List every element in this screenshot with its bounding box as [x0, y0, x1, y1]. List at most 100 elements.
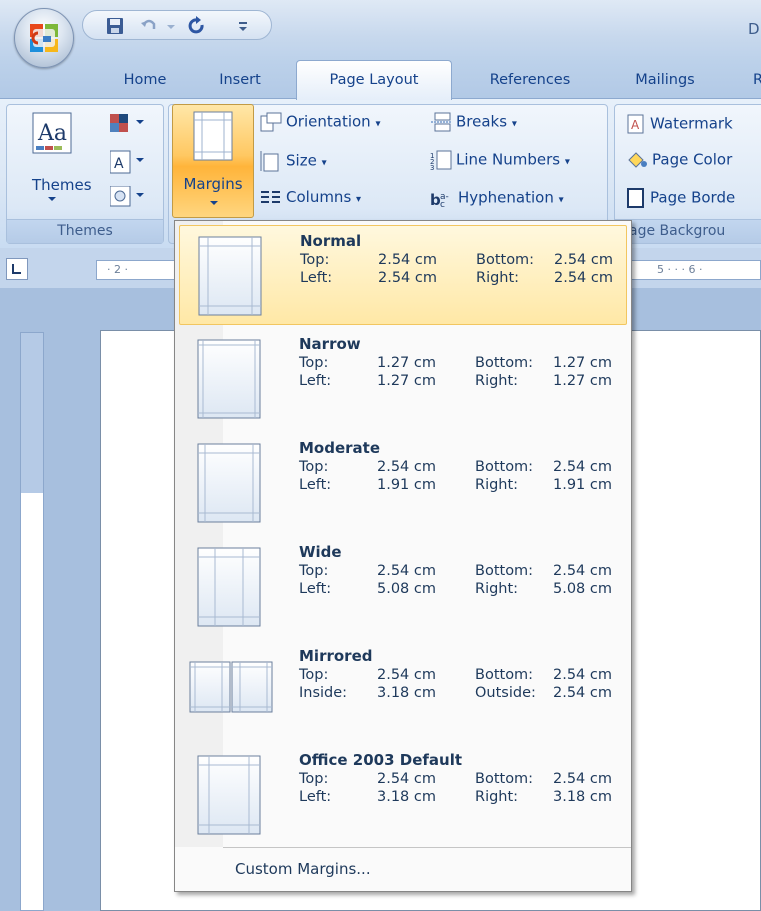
svg-text:A: A [114, 156, 124, 172]
top-label: Top: [299, 355, 329, 371]
page-borders-button[interactable]: Page Borde [626, 188, 735, 208]
outside-label: Outside: [475, 685, 536, 701]
page-color-button[interactable]: Page Color [626, 150, 732, 170]
size-dropdown-icon: ▾ [321, 157, 327, 169]
customize-qat-icon[interactable] [233, 16, 253, 36]
orientation-label: Orientation [286, 112, 371, 131]
menu-separator [223, 847, 631, 848]
margin-option-normal[interactable]: Normal Top: 2.54 cm Bottom: 2.54 cm Left… [179, 225, 627, 325]
theme-fonts-icon[interactable]: A [110, 150, 150, 174]
save-icon[interactable] [105, 16, 125, 36]
left-value: 5.08 cm [377, 581, 436, 597]
tab-references[interactable]: References [470, 66, 590, 96]
bottom-label: Bottom: [476, 252, 535, 268]
mirrored-margin-icon [189, 661, 273, 713]
right-value: 1.91 cm [553, 477, 612, 493]
office-button[interactable] [14, 8, 74, 68]
repeat-icon[interactable] [187, 16, 207, 36]
margin-option-mirrored[interactable]: Mirrored Top: 2.54 cm Bottom: 2.54 cm In… [179, 641, 627, 741]
bottom-label: Bottom: [475, 667, 534, 683]
margin-option-title: Moderate [299, 439, 381, 457]
theme-effects-icon[interactable] [110, 186, 150, 208]
themes-label[interactable]: Themes [32, 176, 92, 194]
outside-value: 2.54 cm [553, 685, 612, 701]
vertical-ruler[interactable] [20, 332, 44, 911]
size-icon [260, 151, 279, 172]
margin-option-narrow[interactable]: Narrow Top: 1.27 cm Bottom: 1.27 cm Left… [179, 329, 627, 429]
right-label: Right: [476, 270, 520, 286]
margin-option-wide[interactable]: Wide Top: 2.54 cm Bottom: 2.54 cm Left: … [179, 537, 627, 637]
page-borders-label: Page Borde [650, 188, 736, 207]
title-bar: D [0, 0, 761, 62]
hyphenation-label: Hyphenation [458, 188, 554, 207]
margin-option-title: Narrow [299, 335, 361, 353]
margin-option-title: Wide [299, 543, 342, 561]
margin-option-title: Office 2003 Default [299, 751, 463, 769]
page-borders-icon [627, 188, 644, 208]
bottom-value: 2.54 cm [553, 459, 612, 475]
undo-icon[interactable] [139, 16, 159, 36]
svg-text:A: A [631, 118, 640, 132]
tab-home[interactable]: Home [110, 66, 180, 96]
size-label: Size [286, 151, 317, 170]
inside-value: 3.18 cm [377, 685, 436, 701]
custom-margins-item[interactable]: Custom Margins... [175, 849, 631, 891]
line-numbers-icon: 123 [430, 150, 452, 170]
watermark-button[interactable]: A Watermark [626, 114, 733, 134]
bottom-value: 1.27 cm [553, 355, 612, 371]
bottom-label: Bottom: [475, 563, 534, 579]
left-label: Left: [299, 373, 332, 389]
columns-icon [261, 190, 280, 203]
tab-mailings[interactable]: Mailings [620, 66, 710, 96]
hyphenation-dropdown-icon: ▾ [558, 194, 564, 206]
bottom-value: 2.54 cm [553, 563, 612, 579]
line-numbers-button[interactable]: 123 Line Numbers ▾ [430, 150, 570, 170]
hyphenation-button[interactable]: b a- c Hyphenation ▾ [430, 188, 564, 209]
breaks-label: Breaks [456, 112, 508, 131]
margins-icon [193, 111, 233, 161]
vertical-ruler-margin [21, 333, 43, 493]
page-color-label: Page Color [652, 150, 733, 169]
orientation-icon [260, 112, 282, 132]
line-numbers-label: Line Numbers [456, 150, 561, 169]
margins-label: Margins [183, 175, 243, 193]
narrow-margin-icon [197, 339, 261, 419]
moderate-margin-icon [197, 443, 261, 523]
right-value: 1.27 cm [553, 373, 612, 389]
left-value: 3.18 cm [377, 789, 436, 805]
watermark-icon: A [627, 114, 644, 134]
undo-dropdown-icon[interactable] [161, 16, 181, 36]
margins-button[interactable]: Margins [172, 104, 254, 218]
left-tab-icon [12, 264, 21, 274]
breaks-button[interactable]: Breaks ▾ [430, 112, 517, 132]
columns-dropdown-icon: ▾ [356, 194, 362, 205]
watermark-label: Watermark [650, 114, 733, 133]
top-label: Top: [299, 771, 329, 787]
margin-option-office-2003-default[interactable]: Office 2003 Default Top: 2.54 cm Bottom:… [179, 745, 627, 845]
bottom-value: 2.54 cm [554, 252, 613, 268]
orientation-dropdown-icon: ▾ [375, 118, 381, 130]
size-button[interactable]: Size ▾ [260, 150, 327, 172]
top-value: 2.54 cm [377, 563, 436, 579]
top-label: Top: [300, 252, 330, 268]
margin-option-moderate[interactable]: Moderate Top: 2.54 cm Bottom: 2.54 cm Le… [179, 433, 627, 533]
tab-review[interactable]: R [748, 66, 761, 96]
tab-selector[interactable] [6, 258, 28, 280]
bottom-value: 2.54 cm [553, 667, 612, 683]
tab-page-layout[interactable]: Page Layout [296, 60, 452, 100]
top-label: Top: [299, 459, 329, 475]
orientation-button[interactable]: Orientation ▾ [260, 112, 381, 132]
top-value: 1.27 cm [377, 355, 436, 371]
tab-insert[interactable]: Insert [205, 66, 275, 96]
bottom-label: Bottom: [475, 459, 534, 475]
top-value: 2.54 cm [377, 459, 436, 475]
bottom-label: Bottom: [475, 771, 534, 787]
office-logo-icon [30, 24, 58, 52]
theme-colors-icon[interactable] [110, 114, 150, 136]
columns-label: Columns [286, 188, 352, 206]
columns-button[interactable]: Columns ▾ [260, 188, 361, 207]
themes-icon[interactable]: Aa [32, 112, 72, 154]
themes-dropdown-icon[interactable] [46, 195, 58, 203]
margin-option-title: Mirrored [299, 647, 373, 665]
top-label: Top: [299, 563, 329, 579]
